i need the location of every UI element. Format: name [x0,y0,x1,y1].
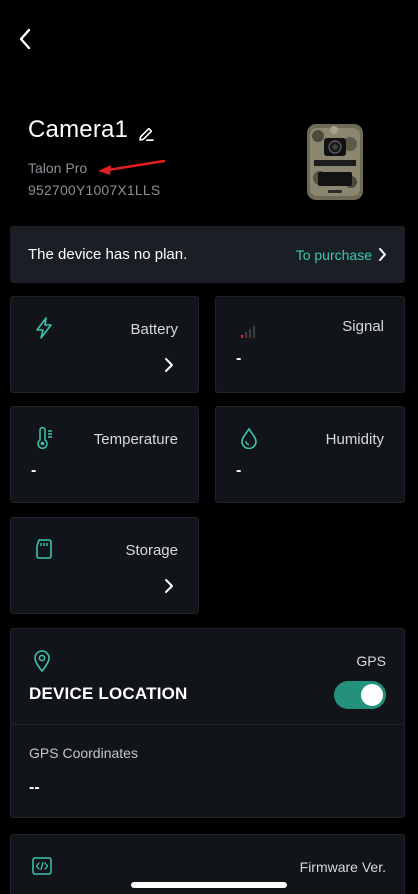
battery-title: Battery [130,321,178,338]
plan-banner: The device has no plan. To purchase [10,226,405,283]
droplet-icon [241,427,257,449]
storage-card[interactable]: Storage [10,517,199,614]
device-location-heading: DEVICE LOCATION [29,684,188,703]
thermometer-icon [37,427,52,449]
edit-name-button[interactable] [137,125,155,143]
humidity-value: - [236,462,242,479]
gps-card: GPS DEVICE LOCATION GPS Coordinates -- [10,628,405,818]
gps-label: GPS [356,653,386,669]
plan-message: The device has no plan. [28,246,188,263]
lightning-icon [36,317,52,339]
device-name: Camera1 [28,116,129,143]
signal-value: - [236,350,242,367]
annotation-arrow [98,159,166,175]
chevron-right-icon [165,358,173,372]
firmware-label: Firmware Ver. [299,859,386,875]
gps-coordinates-value: -- [29,779,40,796]
location-pin-icon [34,650,50,673]
temperature-title: Temperature [93,431,178,448]
humidity-card: Humidity - [215,406,405,503]
signal-title: Signal [342,318,384,335]
gps-header: GPS DEVICE LOCATION [11,629,404,725]
chevron-right-icon [379,248,386,261]
back-button[interactable] [12,26,38,52]
humidity-title: Humidity [325,431,384,448]
chevron-right-icon [165,579,173,593]
storage-title: Storage [125,542,178,559]
sd-card-icon [36,539,52,559]
battery-card[interactable]: Battery [10,296,199,393]
home-indicator[interactable] [131,882,287,888]
chevron-left-icon [19,28,31,50]
device-detail-page: Camera1 Talon Pro 952700Y1007X1LLS The d… [0,0,418,894]
edit-pencil-icon [139,127,154,141]
signal-card: Signal - [215,296,405,393]
temperature-card: Temperature - [10,406,199,503]
camera-device-image [307,124,363,200]
code-file-icon [32,857,52,875]
gps-toggle[interactable] [334,681,386,709]
signal-bars-icon [241,326,256,338]
temperature-value: - [31,462,37,479]
purchase-link[interactable]: To purchase [296,247,387,263]
toggle-knob [361,684,383,706]
purchase-link-label: To purchase [295,246,372,263]
device-serial: 952700Y1007X1LLS [28,182,161,198]
gps-coordinates-label: GPS Coordinates [29,745,138,761]
device-model: Talon Pro [28,160,88,176]
